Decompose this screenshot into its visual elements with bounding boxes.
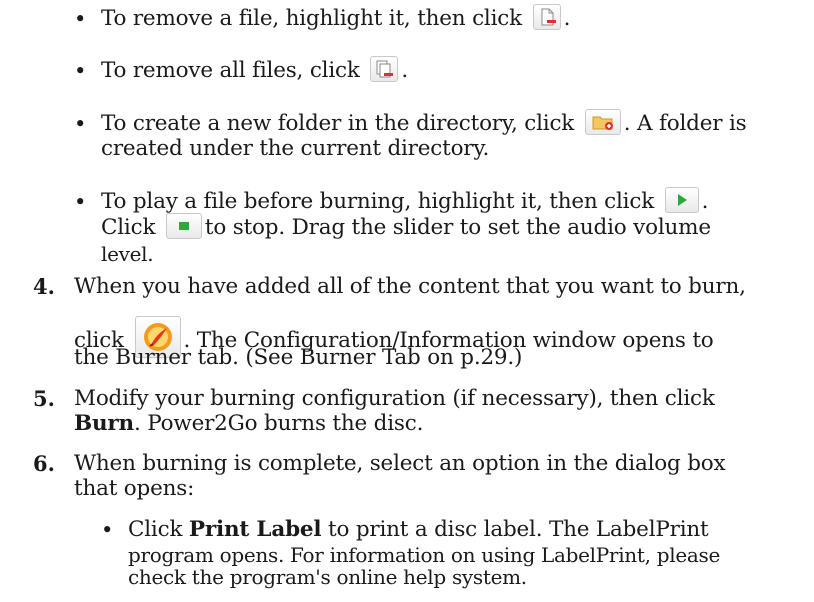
remove-all-files-icon bbox=[370, 56, 399, 82]
step-number: 6. bbox=[33, 451, 55, 476]
step4-line3: the Burner tab. (See Burner Tab on p.29.… bbox=[74, 345, 523, 370]
stop-icon bbox=[165, 213, 202, 239]
bullet-marker: • bbox=[74, 112, 87, 136]
step6-line1: When burning is complete, select an opti… bbox=[74, 451, 726, 476]
bullet-stop-line3: level. bbox=[101, 242, 154, 266]
bullet-text: To play a file before burning, highlight… bbox=[101, 189, 655, 214]
step6-line2: that opens: bbox=[74, 476, 195, 501]
bullet-marker: • bbox=[101, 518, 114, 542]
bullet-new-folder: To create a new folder in the directory,… bbox=[101, 109, 747, 136]
bullet-remove-file: To remove a file, highlight it, then cli… bbox=[101, 4, 571, 31]
step5-line2: Burn. Power2Go burns the disc. bbox=[74, 411, 424, 436]
step5-line1: Modify your burning configuration (if ne… bbox=[74, 386, 715, 411]
document-page: • To remove a file, highlight it, then c… bbox=[0, 0, 814, 602]
play-icon bbox=[664, 187, 699, 213]
sub-bullet-print-label: Click Print Label to print a disc label.… bbox=[128, 517, 709, 542]
bullet-marker: • bbox=[74, 7, 87, 31]
bullet-text: To create a new folder in the directory,… bbox=[101, 111, 575, 136]
bullet-text: To remove all files, click bbox=[101, 58, 360, 83]
step4-line1: When you have added all of the content t… bbox=[74, 274, 746, 299]
bullet-marker: • bbox=[74, 59, 87, 83]
sub-bullet-line2: program opens. For information on using … bbox=[128, 543, 720, 567]
bullet-remove-all: To remove all files, click . bbox=[101, 56, 408, 83]
step-number: 5. bbox=[33, 386, 55, 411]
bullet-stop-line: Click to stop. Drag the slider to set th… bbox=[101, 213, 711, 240]
bullet-new-folder-line2: created under the current directory. bbox=[101, 136, 490, 161]
step-number: 4. bbox=[33, 274, 55, 299]
sub-bullet-line3: check the program's online help system. bbox=[128, 565, 527, 589]
bullet-play-file: To play a file before burning, highlight… bbox=[101, 187, 709, 214]
bullet-marker: • bbox=[74, 190, 87, 214]
bullet-text: To remove a file, highlight it, then cli… bbox=[101, 6, 522, 31]
remove-file-icon bbox=[532, 4, 561, 30]
new-folder-icon bbox=[584, 109, 621, 135]
